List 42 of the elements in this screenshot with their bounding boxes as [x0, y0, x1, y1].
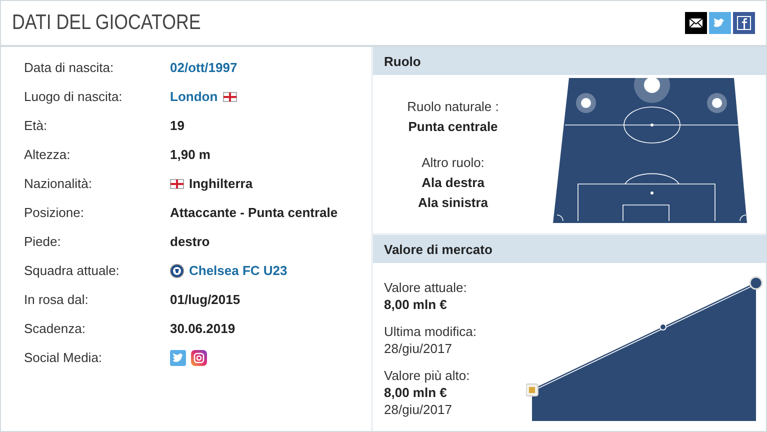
detail-value: Attaccante - Punta centrale	[170, 205, 338, 220]
instagram-icon[interactable]	[191, 350, 207, 366]
role-value: Ala sinistra	[418, 194, 488, 212]
email-share-button[interactable]	[685, 12, 707, 34]
market-date: 28/giu/2017	[384, 401, 453, 418]
role-label: Ruolo naturale :	[407, 98, 499, 116]
detail-label: Data di nascita:	[24, 60, 115, 75]
detail-value: Inghilterra	[189, 176, 253, 191]
detail-label: Luogo di nascita:	[24, 89, 124, 104]
role-value: Ala destra	[422, 174, 484, 192]
detail-label: Social Media:	[24, 350, 104, 365]
facebook-share-button[interactable]	[733, 12, 755, 34]
market-value: 8,00 mln €	[384, 384, 448, 401]
detail-link[interactable]: London	[170, 89, 218, 104]
facebook-icon	[737, 16, 751, 30]
detail-label: Posizione:	[24, 205, 85, 220]
detail-value: 1,90 m	[170, 147, 210, 162]
section-header: Ruolo	[373, 47, 766, 75]
role-label: Altro ruolo:	[422, 154, 484, 172]
detail-value: 01/lug/2015	[170, 292, 240, 307]
detail-label: In rosa dal:	[24, 292, 90, 307]
section-header: Valore di mercato	[373, 235, 766, 263]
detail-label: Età:	[24, 118, 48, 133]
market-label: Ultima modifica:	[384, 323, 478, 340]
detail-label: Piede:	[24, 234, 62, 249]
detail-link[interactable]: Chelsea FC U23	[189, 263, 288, 278]
page-title: DATI DEL GIOCATORE	[12, 11, 201, 35]
detail-label: Nazionalità:	[24, 176, 93, 191]
bird-icon	[713, 17, 727, 29]
detail-label: Squadra attuale:	[24, 263, 120, 278]
market-label: Valore attuale:	[384, 279, 468, 296]
detail-label: Scadenza:	[24, 321, 86, 336]
market-value: 8,00 mln €	[384, 296, 448, 313]
detail-value: destro	[170, 234, 210, 249]
role-value: Punta centrale	[408, 118, 498, 136]
market-label: Valore più alto:	[384, 367, 471, 384]
detail-value: 30.06.2019	[170, 321, 236, 336]
envelope-icon	[689, 18, 703, 28]
market-date: 28/giu/2017	[384, 340, 453, 357]
detail-value: 19	[170, 118, 184, 133]
detail-label: Altezza:	[24, 147, 72, 162]
detail-link[interactable]: 02/ott/1997	[170, 60, 238, 75]
